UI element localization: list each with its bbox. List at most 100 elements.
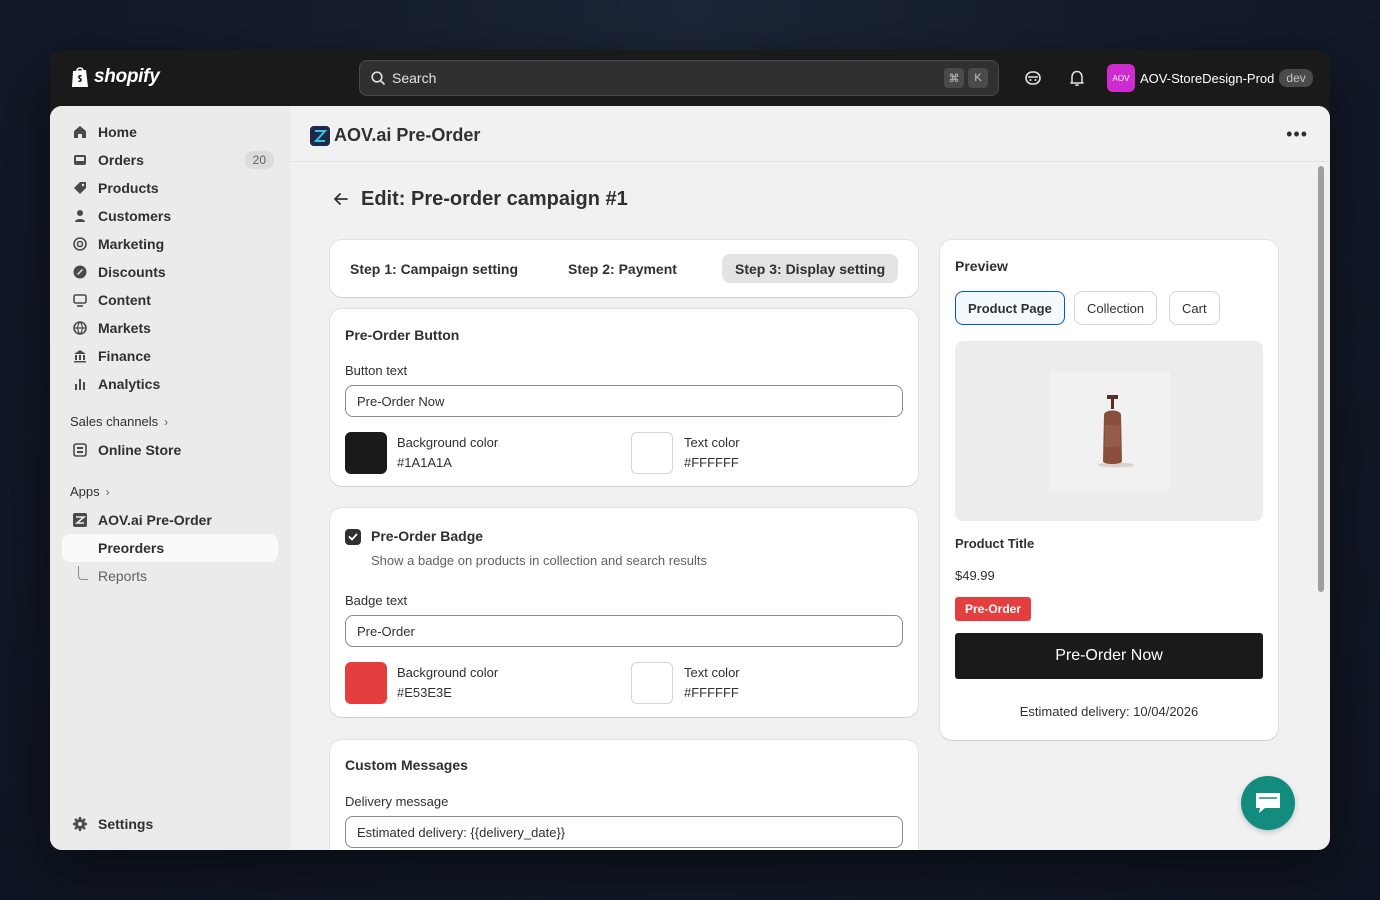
badge-text-input[interactable]: Pre-Order	[345, 615, 903, 647]
steps-card: Step 1: Campaign setting Step 2: Payment…	[330, 240, 918, 297]
sidebar-item-content[interactable]: Content	[62, 286, 278, 314]
store-icon	[73, 443, 87, 457]
button-bg-color-swatch[interactable]	[345, 432, 387, 474]
store-name: AOV-StoreDesign-Prod	[1140, 70, 1275, 86]
sidebar-item-label: Preorders	[98, 540, 165, 556]
admin-frame: Home Orders 20 Products Customers Market…	[50, 106, 1330, 850]
sidebar-item-label: Content	[98, 292, 151, 308]
button-bg-color-info: Background color #1A1A1A	[397, 433, 498, 473]
preview-product-price: $49.99	[955, 568, 995, 583]
app-header: AOV.ai Pre-Order •••	[290, 106, 1330, 162]
sidebar-item-label: Finance	[98, 348, 151, 364]
color-value: #E53E3E	[397, 685, 452, 700]
chat-bubble-icon	[1256, 793, 1280, 813]
delivery-message-input[interactable]: Estimated delivery: {{delivery_date}}	[345, 816, 903, 848]
apps-label: Apps	[70, 484, 100, 499]
preview-product-title: Product Title	[955, 536, 1035, 551]
color-value: #FFFFFF	[684, 685, 739, 700]
bar-chart-icon	[75, 379, 85, 390]
sidebar-item-analytics[interactable]: Analytics	[62, 370, 278, 398]
badge-text-color-info: Text color #FFFFFF	[684, 663, 740, 703]
more-options-icon[interactable]: •••	[1286, 124, 1308, 145]
sidebar-item-discounts[interactable]: Discounts	[62, 258, 278, 286]
field-label: Button text	[345, 363, 408, 378]
orders-count-badge: 20	[244, 151, 274, 169]
preview-tab-collection[interactable]: Collection	[1074, 291, 1158, 325]
globe-icon	[73, 321, 87, 335]
sidebar-item-markets[interactable]: Markets	[62, 314, 278, 342]
bell-icon[interactable]	[1067, 68, 1087, 88]
sidebar-item-finance[interactable]: Finance	[62, 342, 278, 370]
field-label: Delivery message	[345, 794, 449, 809]
step-2-tab[interactable]: Step 2: Payment	[555, 254, 690, 283]
search-bar[interactable]: Search ⌘ K	[359, 60, 999, 96]
sidebar-item-label: Discounts	[98, 264, 166, 280]
sidebar-item-settings[interactable]: Settings	[62, 810, 278, 838]
shortcut-key-cmd: ⌘	[944, 68, 964, 88]
sidebar-item-orders[interactable]: Orders 20	[62, 146, 278, 174]
scrollbar-thumb[interactable]	[1318, 166, 1324, 592]
sidebar-item-aov-app[interactable]: AOV.ai Pre-Order	[62, 506, 278, 534]
sidebar-item-label: Settings	[98, 816, 154, 832]
sidebar-item-home[interactable]: Home	[62, 118, 278, 146]
step-1-tab[interactable]: Step 1: Campaign setting	[337, 254, 531, 283]
button-text-color-swatch[interactable]	[631, 432, 673, 474]
sidebar-item-reports[interactable]: Reports	[62, 562, 278, 590]
sidebar-item-preorders[interactable]: Preorders	[62, 534, 278, 562]
card-title: Pre-Order Button	[345, 327, 460, 343]
button-text-color-info: Text color #FFFFFF	[684, 433, 740, 473]
sidebar-item-online-store[interactable]: Online Store	[62, 436, 278, 464]
aov-logo-icon	[310, 126, 330, 146]
store-switcher[interactable]: AOV AOV-StoreDesign-Prod dev	[1107, 63, 1313, 93]
color-label: Background color	[397, 665, 499, 680]
home-icon	[74, 126, 86, 138]
person-icon	[75, 210, 85, 222]
badge-text-color-swatch[interactable]	[631, 662, 673, 704]
sales-channels-heading[interactable]: Sales channels ›	[70, 414, 168, 429]
inbox-icon	[74, 155, 86, 165]
sidebar-item-customers[interactable]: Customers	[62, 202, 278, 230]
apps-heading[interactable]: Apps ›	[70, 484, 110, 499]
main-content: AOV.ai Pre-Order ••• Edit: Pre-order cam…	[290, 106, 1330, 850]
shortcut-key-k: K	[968, 68, 988, 88]
color-value: #1A1A1A	[397, 455, 452, 470]
badge-enabled-checkbox[interactable]	[345, 529, 361, 545]
brand-name: shopify	[94, 66, 160, 87]
sidebar-item-products[interactable]: Products	[62, 174, 278, 202]
color-label: Text color	[684, 435, 740, 450]
chat-button[interactable]	[1241, 776, 1295, 830]
product-bottle-image	[1098, 395, 1134, 468]
sidebar-item-marketing[interactable]: Marketing	[62, 230, 278, 258]
tag-icon	[74, 182, 86, 194]
preview-tab-product-page[interactable]: Product Page	[955, 291, 1065, 325]
bank-icon	[74, 350, 86, 363]
custom-messages-card: Custom Messages Delivery message Estimat…	[330, 740, 918, 850]
badge-bg-color-swatch[interactable]	[345, 662, 387, 704]
aov-app-icon	[73, 513, 87, 527]
sidebar-item-label: Products	[98, 180, 159, 196]
field-label: Badge text	[345, 593, 408, 608]
shopify-logo[interactable]: shopify	[70, 65, 160, 89]
color-value: #FFFFFF	[684, 455, 739, 470]
gear-icon	[73, 817, 87, 831]
preview-preorder-button[interactable]: Pre-Order Now	[955, 633, 1263, 679]
scrollbar[interactable]	[1318, 166, 1324, 846]
card-title: Preview	[955, 258, 1008, 274]
checkmark-icon	[348, 533, 358, 541]
search-placeholder: Search	[392, 70, 437, 86]
badge-hint: Show a badge on products in collection a…	[371, 553, 708, 568]
top-bar: shopify Search ⌘ K AOV AOV-StoreDesign-P…	[50, 50, 1330, 106]
preorder-button-card: Pre-Order Button Button text Pre-Order N…	[330, 309, 918, 486]
sidebar: Home Orders 20 Products Customers Market…	[50, 106, 290, 850]
back-arrow-icon[interactable]	[332, 190, 350, 208]
admin-window: shopify Search ⌘ K AOV AOV-StoreDesign-P…	[50, 50, 1330, 850]
step-3-tab[interactable]: Step 3: Display setting	[722, 254, 899, 283]
color-label: Text color	[684, 665, 740, 680]
card-title: Pre-Order Badge	[371, 528, 484, 544]
shopify-bag-icon	[72, 67, 88, 87]
sidekick-icon[interactable]	[1023, 68, 1043, 88]
preview-preorder-badge: Pre-Order	[955, 597, 1032, 621]
preview-tab-cart[interactable]: Cart	[1169, 291, 1220, 325]
discount-icon	[73, 265, 87, 279]
button-text-input[interactable]: Pre-Order Now	[345, 385, 903, 417]
